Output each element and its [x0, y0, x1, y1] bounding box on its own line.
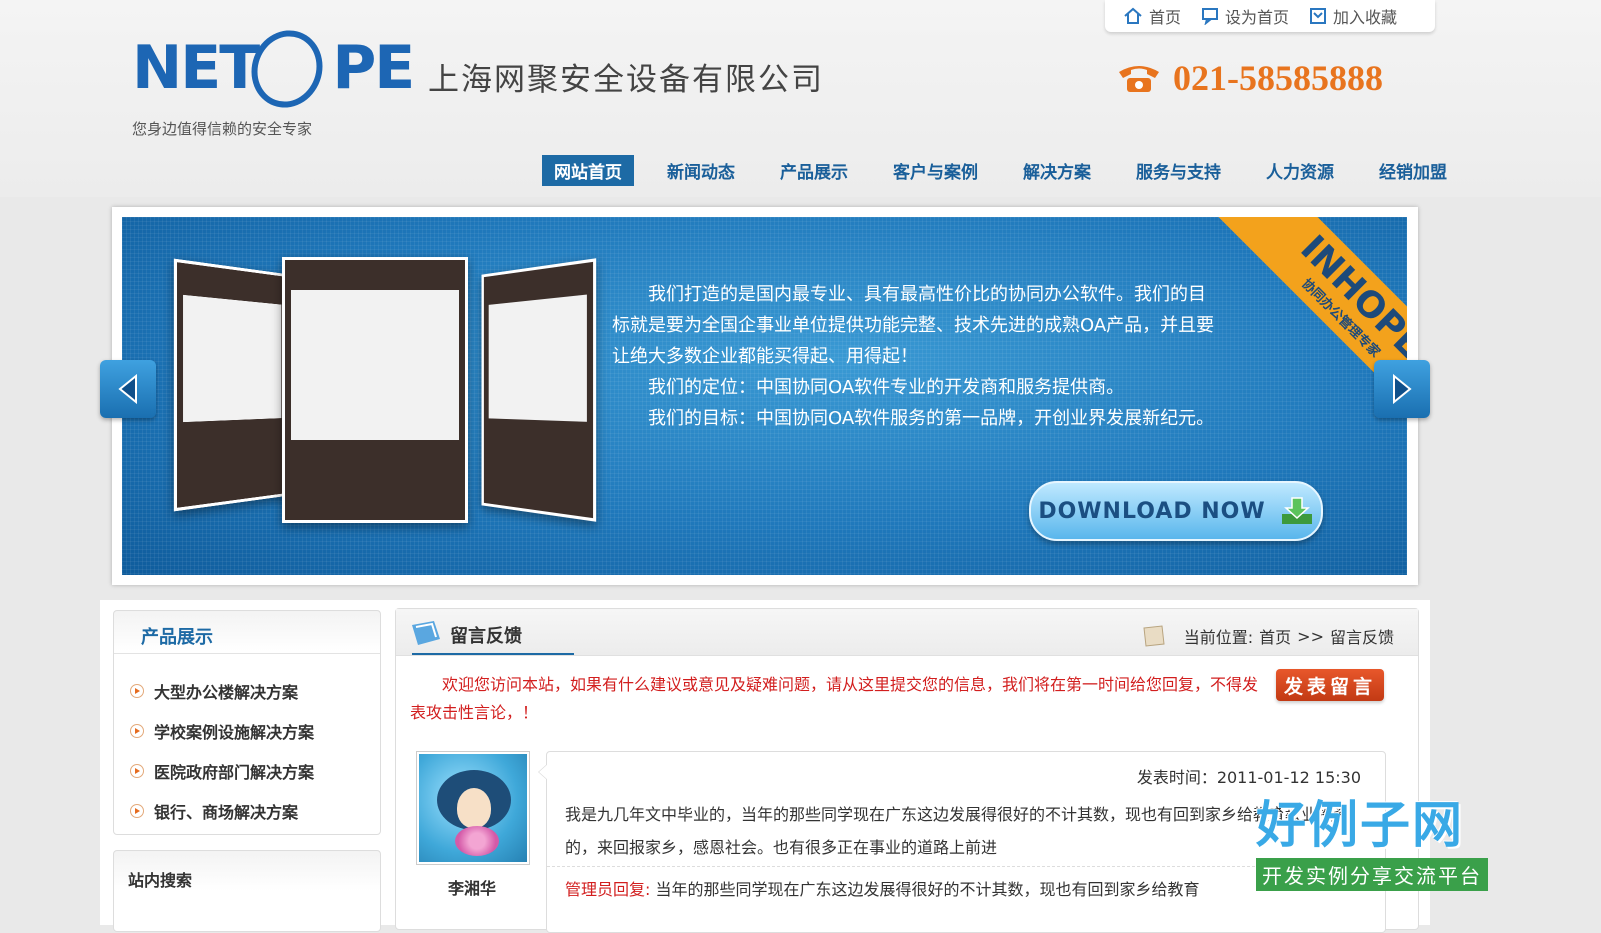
logo-text-net: NET: [132, 33, 260, 103]
breadcrumb-label: 当前位置:: [1183, 628, 1254, 647]
watermark-subtitle: 开发实例分享交流平台: [1256, 858, 1488, 891]
logo-text-pe: PE: [332, 33, 415, 103]
product-sidebar: 产品展示 大型办公楼解决方案 学校案例设施解决方案 医院政府部门解决方案 银行、商场解…: [113, 610, 381, 835]
message-icon: [1202, 8, 1219, 25]
banner-line: 我们的目标：中国协同OA软件服务的第一品牌，开创业界发展新纪元。: [648, 408, 1215, 429]
sidebar-item[interactable]: 银行、商场解决方案: [130, 791, 314, 831]
banner-line: 我们的定位：中国协同OA软件专业的开发商和服务提供商。: [648, 377, 1125, 398]
banner-prev-button[interactable]: [100, 360, 156, 418]
sidebar-item[interactable]: 医院政府部门解决方案: [130, 751, 314, 791]
add-favorite-label: 加入收藏: [1333, 8, 1398, 27]
download-now-button[interactable]: DOWNLOAD NOW: [1029, 481, 1323, 541]
banner: 我们打造的是国内最专业、具有最高性价比的协同办公软件。我们的目 标就是要为全国企…: [112, 207, 1418, 585]
panel-title: 留言反馈: [450, 626, 522, 647]
banner-text: 我们打造的是国内最专业、具有最高性价比的协同办公软件。我们的目 标就是要为全国企…: [612, 279, 1252, 434]
sidebar-item-label: 学校案例设施解决方案: [154, 723, 315, 742]
search-title: 站内搜索: [128, 871, 193, 890]
bullet-arrow-icon: [130, 724, 144, 738]
company-name: 上海网聚安全设备有限公司: [428, 62, 824, 98]
breadcrumb-home[interactable]: 首页: [1259, 624, 1291, 648]
nav-item-3[interactable]: 客户与案例: [881, 155, 990, 186]
nav-item-4[interactable]: 解决方案: [1011, 155, 1103, 186]
sidebar-item[interactable]: 学校案例设施解决方案: [130, 711, 314, 751]
home-link-label: 首页: [1149, 8, 1182, 27]
breadcrumb-separator: >>: [1297, 626, 1324, 646]
download-icon: [1281, 497, 1312, 524]
arrow-right-icon: [1393, 374, 1412, 404]
banner-line: 标就是要为全国企事业单位提供功能完整、技术先进的成熟OA产品，并且要: [612, 315, 1215, 336]
home-icon: [1124, 7, 1142, 24]
download-label: DOWNLOAD NOW: [1038, 498, 1266, 524]
product-screenshots-image: [172, 257, 597, 537]
top-links-bar: 首页 设为首页 加入收藏: [1105, 0, 1435, 32]
panel-header: 留言反馈 当前位置: 首页 >> 留言反馈: [396, 609, 1418, 656]
phone-block: 021-58585888: [1115, 57, 1383, 99]
feedback-icon: [412, 621, 440, 645]
message-time: 发表时间：2011-01-12 15:30: [1136, 768, 1361, 787]
site-search-box: 站内搜索: [113, 850, 381, 932]
post-message-button[interactable]: 发表留言: [1276, 669, 1384, 701]
main-nav: 网站首页 新闻动态 产品展示 客户与案例 解决方案 服务与支持 人力资源 经销加盟: [542, 155, 1480, 186]
set-home-label: 设为首页: [1225, 8, 1290, 27]
bullet-arrow-icon: [130, 764, 144, 778]
banner-line: 让绝大多数企业都能买得起、用得起！: [612, 346, 918, 367]
banner-next-button[interactable]: [1374, 360, 1430, 418]
breadcrumb-current: 留言反馈: [1329, 628, 1394, 647]
arrow-left-icon: [118, 374, 137, 404]
avatar: [416, 751, 530, 865]
sidebar-title: 产品展示: [141, 627, 213, 648]
scroll-icon: [1143, 625, 1165, 647]
nav-item-6[interactable]: 人力资源: [1254, 155, 1346, 186]
welcome-notice: 欢迎您访问本站，如果有什么建议或意见及疑难问题，请从这里提交您的信息，我们将在第…: [410, 675, 1259, 722]
product-list: 大型办公楼解决方案 学校案例设施解决方案 医院政府部门解决方案 银行、商场解决方案: [130, 671, 314, 831]
add-favorite-link[interactable]: 加入收藏: [1309, 4, 1397, 28]
nav-item-5[interactable]: 服务与支持: [1124, 155, 1233, 186]
site-logo[interactable]: NET PE: [132, 20, 415, 118]
phone-number: 021-58585888: [1173, 58, 1383, 98]
banner-slide[interactable]: 我们打造的是国内最专业、具有最高性价比的协同办公软件。我们的目 标就是要为全国企…: [122, 217, 1407, 575]
breadcrumb: 当前位置: 首页 >> 留言反馈: [1140, 624, 1394, 648]
home-link[interactable]: 首页: [1123, 4, 1181, 28]
message-author: 李湘华: [447, 879, 496, 898]
nav-item-1[interactable]: 新闻动态: [655, 155, 747, 186]
sidebar-item-label: 银行、商场解决方案: [154, 803, 299, 822]
message-content: 我是九几年文中毕业的，当年的那些同学现在广东这边发展得很好的不计其数，现也有回到…: [565, 805, 1350, 857]
bullet-arrow-icon: [130, 804, 144, 818]
favorite-icon: [1310, 8, 1327, 24]
admin-reply: 管理员回复: 当年的那些同学现在广东这边发展得很好的不计其数，现也有回到家乡给教…: [565, 876, 1200, 900]
watermark-badge: 好例子网 开发实例分享交流平台: [1256, 800, 1516, 900]
sidebar-item-label: 医院政府部门解决方案: [154, 763, 315, 782]
sidebar-item[interactable]: 大型办公楼解决方案: [130, 671, 314, 711]
phone-icon: [1119, 66, 1159, 92]
slogan: 您身边值得信赖的安全专家: [132, 120, 313, 138]
set-home-link[interactable]: 设为首页: [1201, 4, 1289, 28]
user-avatar-image: [419, 754, 527, 862]
brand-ribbon: INHOPE 协同办公管理专家: [1175, 217, 1407, 449]
nav-item-0[interactable]: 网站首页: [542, 155, 634, 186]
admin-reply-label: 管理员回复:: [565, 880, 651, 899]
bullet-arrow-icon: [130, 684, 144, 698]
nav-item-2[interactable]: 产品展示: [768, 155, 860, 186]
content-area: 产品展示 大型办公楼解决方案 学校案例设施解决方案 医院政府部门解决方案 银行、商场解…: [100, 600, 1430, 933]
site-header: 首页 设为首页 加入收藏 NET PE 上海网聚安全设备有限公司 您身边值得信赖…: [0, 0, 1601, 197]
watermark-title: 好例子网: [1256, 796, 1464, 854]
banner-line: 我们打造的是国内最专业、具有最高性价比的协同办公软件。我们的目: [648, 284, 1206, 305]
sidebar-item-label: 大型办公楼解决方案: [154, 683, 299, 702]
admin-reply-text: 当年的那些同学现在广东这边发展得很好的不计其数，现也有回到家乡给教育: [655, 880, 1200, 899]
nav-item-7[interactable]: 经销加盟: [1367, 155, 1459, 186]
